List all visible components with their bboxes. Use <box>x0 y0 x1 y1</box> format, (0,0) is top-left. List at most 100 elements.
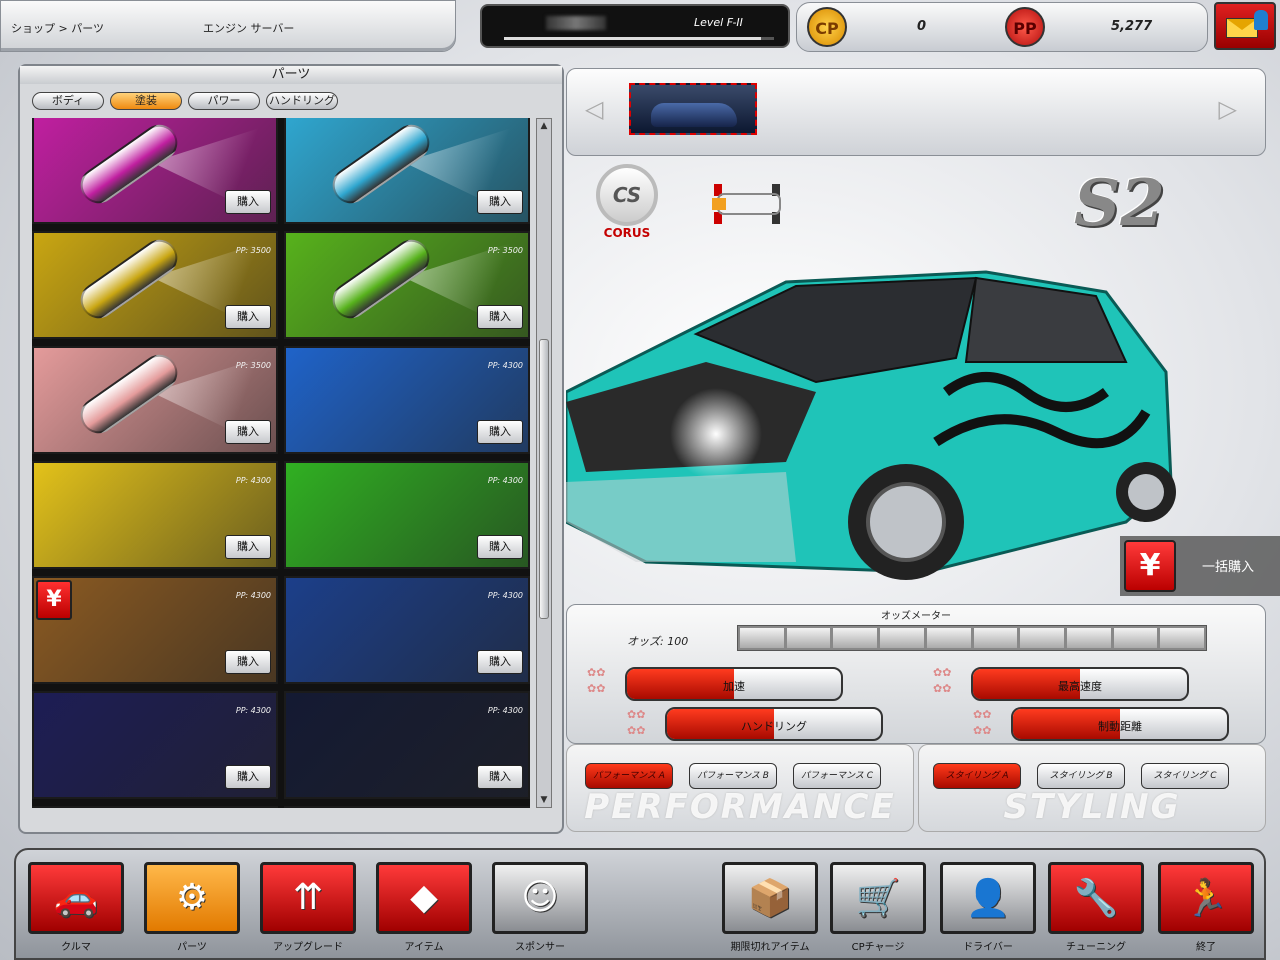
odds-meter <box>737 625 1207 651</box>
cp-value: 0 <box>917 19 927 34</box>
level-progress <box>504 37 774 40</box>
drivetrain-icon <box>712 184 781 224</box>
dock-cp-charge-button[interactable]: 🛒 <box>830 862 926 934</box>
dock-car-button[interactable]: 🚗 <box>28 862 124 934</box>
breadcrumb-bar: ショップ > パーツ エンジン サーバー <box>0 0 456 52</box>
wrench-icon: 🔧 <box>1073 878 1119 919</box>
buy-button[interactable]: 購入 <box>225 420 271 444</box>
item-price: PP: 4300 <box>235 591 271 600</box>
stat-braking: 制動距離 <box>1011 707 1229 741</box>
mail-button[interactable] <box>1214 2 1276 50</box>
dock-parts-button[interactable]: ⚙ <box>144 862 240 934</box>
buy-button[interactable]: 購入 <box>477 765 523 789</box>
performance-b-button[interactable]: パフォーマンス B <box>689 763 777 789</box>
tab-handling[interactable]: ハンドリング <box>266 92 338 110</box>
buy-button[interactable]: 購入 <box>477 420 523 444</box>
dock-upgrade-button[interactable]: ⇈ <box>260 862 356 934</box>
yen-icon: ¥ <box>1124 540 1176 592</box>
buy-button[interactable]: 購入 <box>477 650 523 674</box>
paint-item[interactable]: PP: 3500 購入 <box>32 231 278 339</box>
item-price: PP: 4300 <box>487 591 523 600</box>
breadcrumb: ショップ > パーツ <box>11 22 104 35</box>
paint-item[interactable]: PP: 4300 ¥ 購入 <box>32 576 278 684</box>
paint-item[interactable]: PP: 4300 購入 <box>284 461 530 569</box>
yen-icon: ¥ <box>36 580 72 620</box>
paint-item[interactable]: PP: 4300 購入 <box>284 346 530 454</box>
performance-watermark: PERFORMANCE <box>584 787 896 827</box>
tab-paint[interactable]: 塗装 <box>110 92 182 110</box>
sponsor-icon: ☺ <box>521 877 559 918</box>
brand-logo: CS CORUS <box>592 164 662 244</box>
dock-sponsor-button[interactable]: ☺ <box>492 862 588 934</box>
expired-box-icon: 📦 <box>747 878 793 919</box>
driver-icon: 👤 <box>965 878 1011 919</box>
styling-presets: STYLING スタイリング A スタイリング B スタイリング C <box>918 744 1266 832</box>
paint-item[interactable]: PP: 4300 <box>32 806 278 808</box>
bulk-buy-label: 一括購入 <box>1202 560 1255 575</box>
buy-button[interactable]: 購入 <box>477 190 523 214</box>
buy-button[interactable]: 購入 <box>225 535 271 559</box>
item-price: PP: 3500 <box>235 246 271 255</box>
buy-button[interactable]: 購入 <box>225 650 271 674</box>
upgrade-arrows-icon: ⇈ <box>292 877 324 918</box>
styling-b-button[interactable]: スタイリング B <box>1037 763 1125 789</box>
main-menu-dock: 🚗 クルマ ⚙ パーツ ⇈ アップグレード ◆ アイテム ☺ スポンサー 📦 期… <box>14 848 1266 960</box>
stats-panel: オッズメーター オッズ: 100 ✿✿ ✿✿ 加速 ✿✿ ✿✿ 最高速度 ✿✿ ✿✿ … <box>566 604 1266 744</box>
item-price: PP: 4300 <box>235 476 271 485</box>
paint-item[interactable]: PP: 4300 購入 <box>284 576 530 684</box>
server-name: エンジン サーバー <box>203 22 295 35</box>
paint-item[interactable]: PP: 4300 購入 <box>284 691 530 799</box>
paint-item[interactable]: PP: 3500 購入 <box>284 231 530 339</box>
stat-top-speed: 最高速度 <box>971 667 1189 701</box>
paint-item[interactable]: PP: 4300 購入 <box>32 461 278 569</box>
scroll-thumb[interactable] <box>539 339 549 619</box>
odds-meter-title: オッズメーター <box>881 611 951 622</box>
paint-item[interactable]: PP: 4300 購入 <box>32 691 278 799</box>
paint-item[interactable]: PP: 3500 購入 <box>32 346 278 454</box>
buy-button[interactable]: 購入 <box>477 535 523 559</box>
performance-presets: PERFORMANCE パフォーマンス A パフォーマンス B パフォーマンス … <box>566 744 914 832</box>
car-preview[interactable] <box>566 262 1176 592</box>
buy-button[interactable]: 購入 <box>225 305 271 329</box>
paint-item[interactable]: 購入 <box>32 118 278 224</box>
performance-a-button[interactable]: パフォーマンス A <box>585 763 673 789</box>
buy-button[interactable]: 購入 <box>225 765 271 789</box>
car-thumbnail[interactable] <box>629 83 757 135</box>
dock-tuning-button[interactable]: 🔧 <box>1048 862 1144 934</box>
item-price: PP: 4300 <box>487 706 523 715</box>
scroll-up-icon[interactable]: ▲ <box>539 121 549 131</box>
item-price: PP: 3500 <box>235 361 271 370</box>
item-price: PP: 4300 <box>487 361 523 370</box>
points-bar: CP 0 PP 5,277 <box>796 2 1208 52</box>
next-car-icon[interactable]: ▷ <box>1219 95 1237 123</box>
dock-item-button[interactable]: ◆ <box>376 862 472 934</box>
exit-icon: 🏃 <box>1183 878 1229 919</box>
dock-driver-button[interactable]: 👤 <box>940 862 1036 934</box>
buy-button[interactable]: 購入 <box>225 190 271 214</box>
tab-power[interactable]: パワー <box>188 92 260 110</box>
pp-value: 5,277 <box>1111 19 1153 34</box>
stat-stars-icon: ✿✿ ✿✿ <box>933 666 952 695</box>
performance-c-button[interactable]: パフォーマンス C <box>793 763 881 789</box>
paint-item[interactable]: PP: 8600 <box>284 806 530 808</box>
screw-icon: ⚙ <box>175 877 209 918</box>
styling-a-button[interactable]: スタイリング A <box>933 763 1021 789</box>
styling-c-button[interactable]: スタイリング C <box>1141 763 1229 789</box>
bulk-buy-button[interactable]: ¥ 一括購入 <box>1120 536 1280 596</box>
model-badge: S2 <box>1074 166 1165 241</box>
parts-grid: 購入 購入 PP: 3500 購入 PP: 3500 購入 PP: 3500 購入 PP: 43… <box>32 118 530 808</box>
item-price: PP: 3500 <box>487 246 523 255</box>
dock-exit-button[interactable]: 🏃 <box>1158 862 1254 934</box>
paint-item[interactable]: 購入 <box>284 118 530 224</box>
odds-value: オッズ: 100 <box>627 635 689 648</box>
prev-car-icon[interactable]: ◁ <box>585 95 603 123</box>
buy-button[interactable]: 購入 <box>477 305 523 329</box>
styling-watermark: STYLING <box>1003 787 1181 827</box>
stat-stars-icon: ✿✿ ✿✿ <box>627 708 646 737</box>
car-selector: ◁ ▷ <box>566 68 1266 156</box>
scroll-down-icon[interactable]: ▼ <box>539 795 549 805</box>
parts-scrollbar[interactable]: ▲ ▼ <box>536 118 552 808</box>
player-info: Level F-II <box>480 4 790 48</box>
dock-expired-items-button[interactable]: 📦 <box>722 862 818 934</box>
tab-body[interactable]: ボディ <box>32 92 104 110</box>
